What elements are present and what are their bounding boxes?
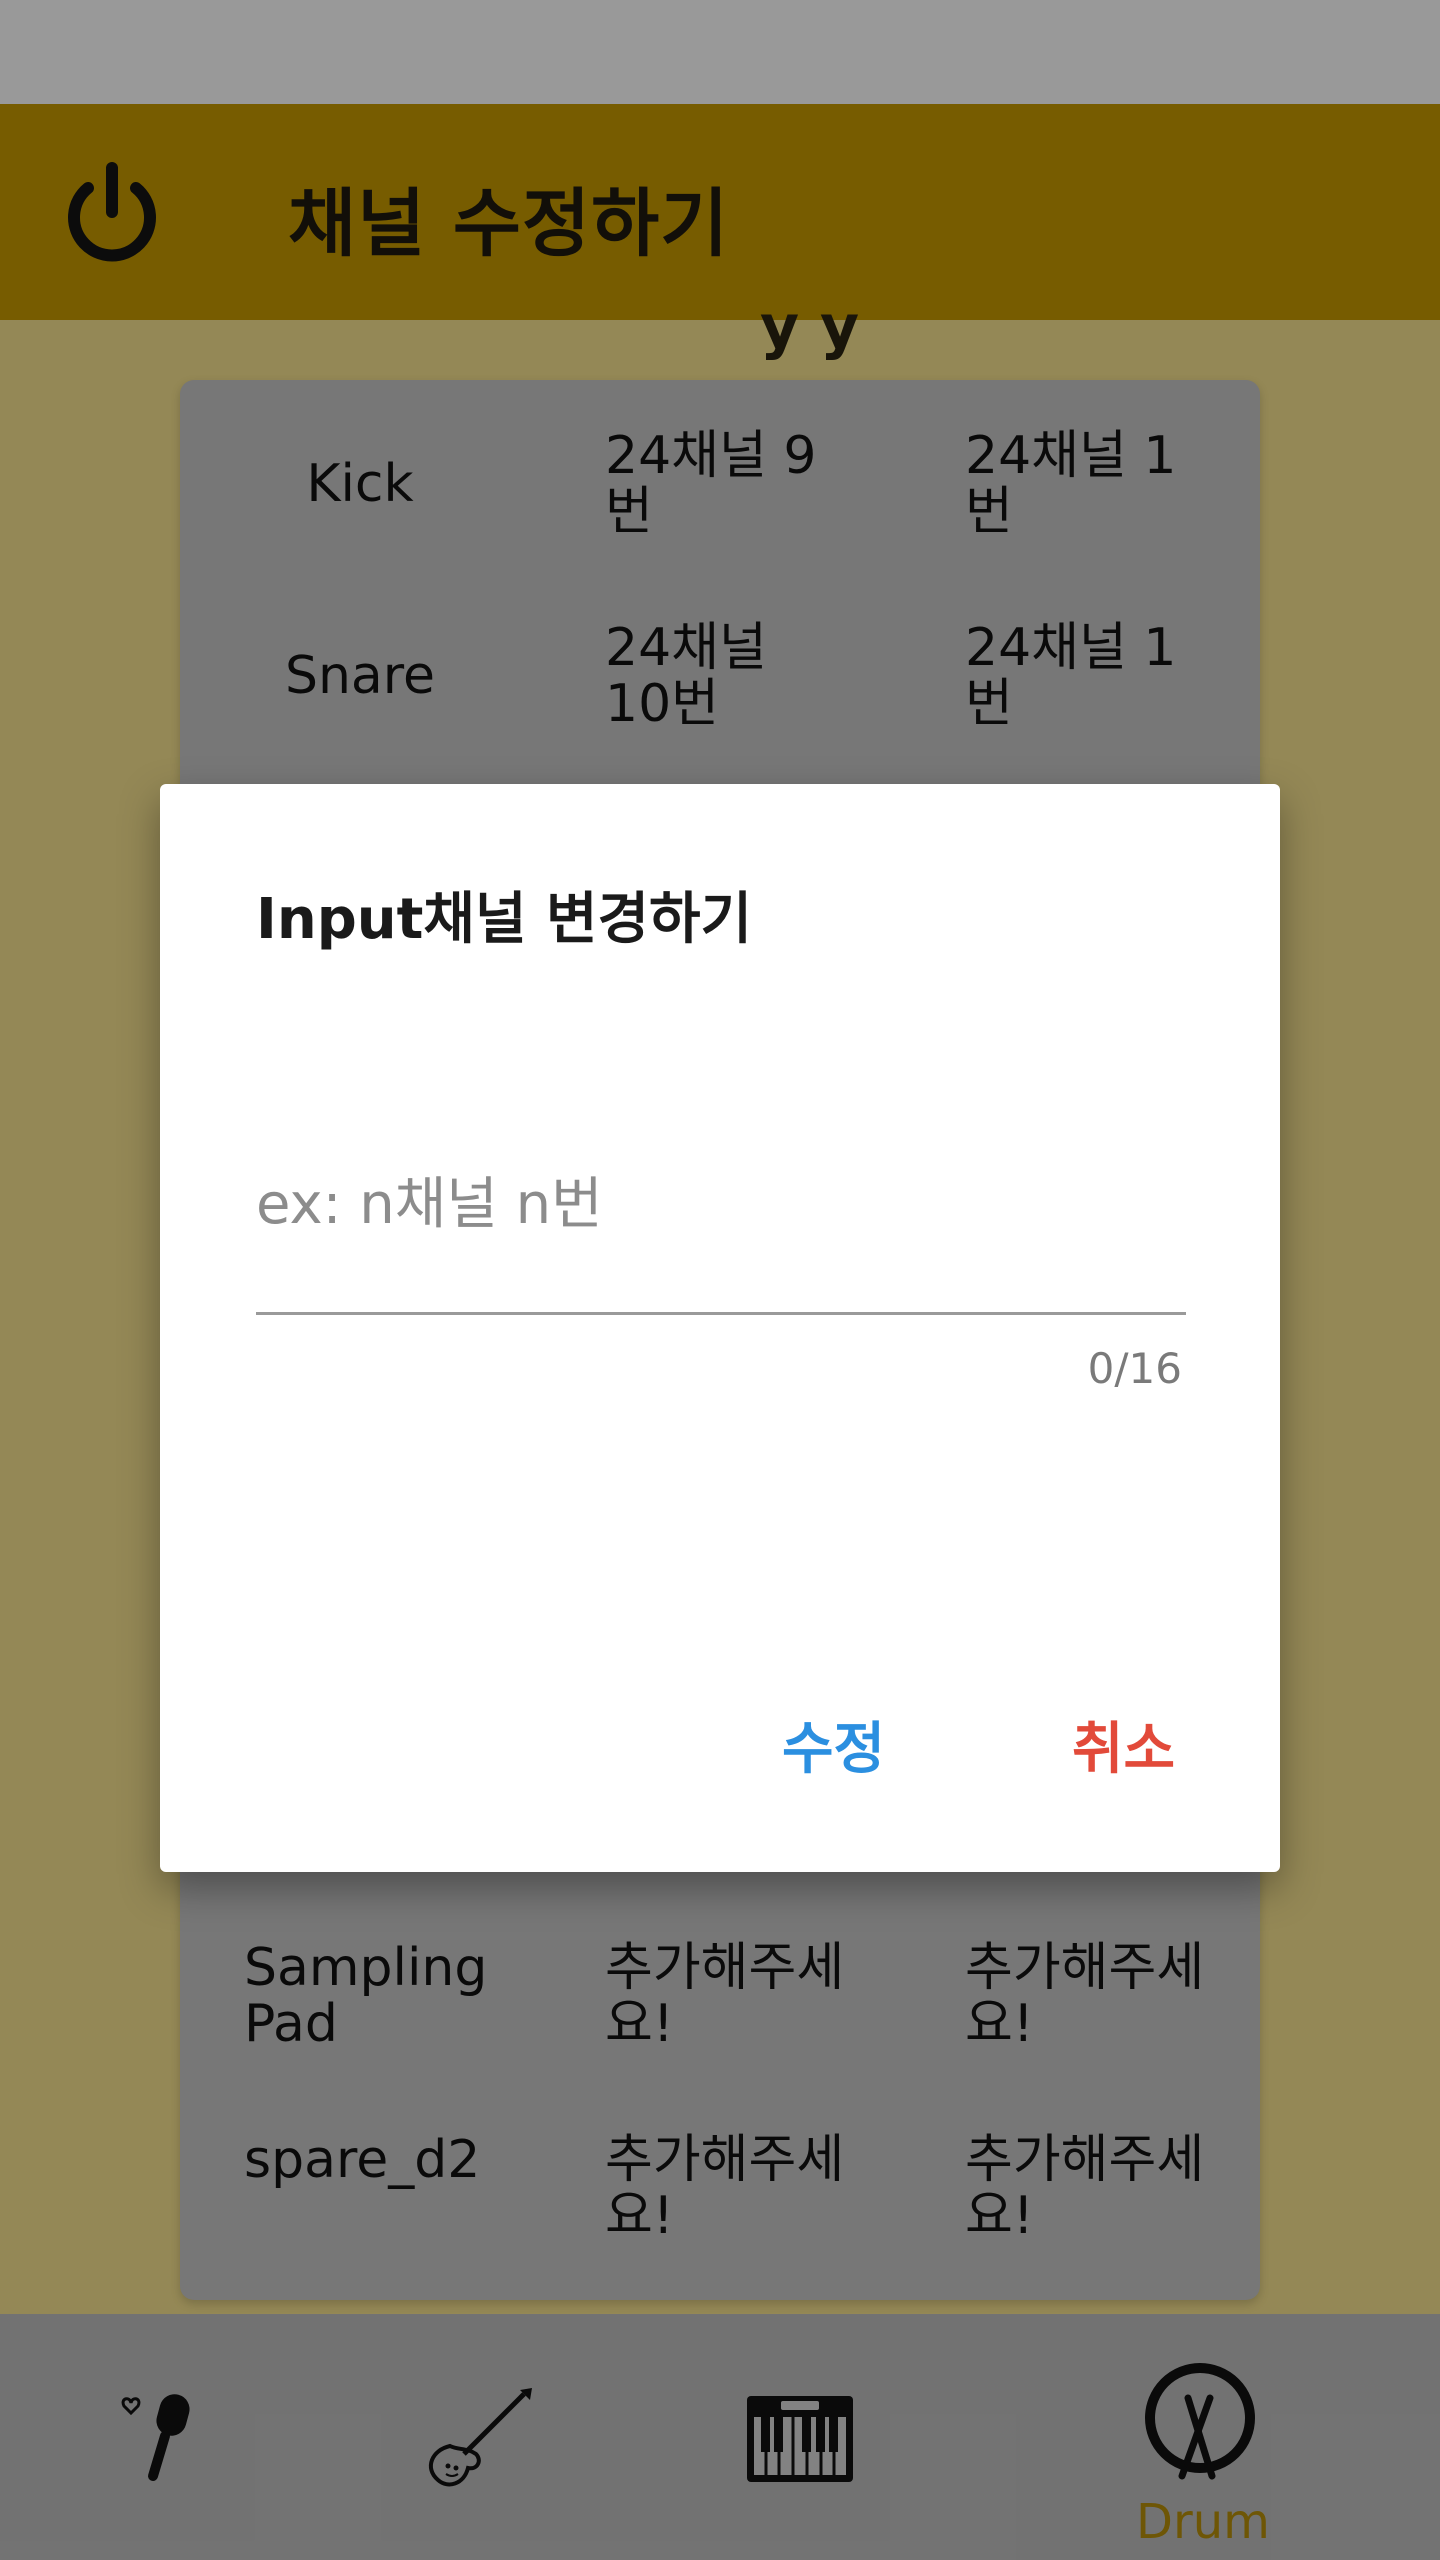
cancel-button[interactable]: 취소 [1072,1704,1175,1785]
input-underline [256,1312,1186,1315]
confirm-button[interactable]: 수정 [782,1704,885,1785]
dialog-title: Input채널 변경하기 [256,887,753,952]
character-counter: 0/16 [1087,1344,1182,1393]
edit-input-channel-dialog: Input채널 변경하기 0/16 수정 취소 [160,784,1280,1872]
channel-input[interactable] [256,1164,1186,1244]
